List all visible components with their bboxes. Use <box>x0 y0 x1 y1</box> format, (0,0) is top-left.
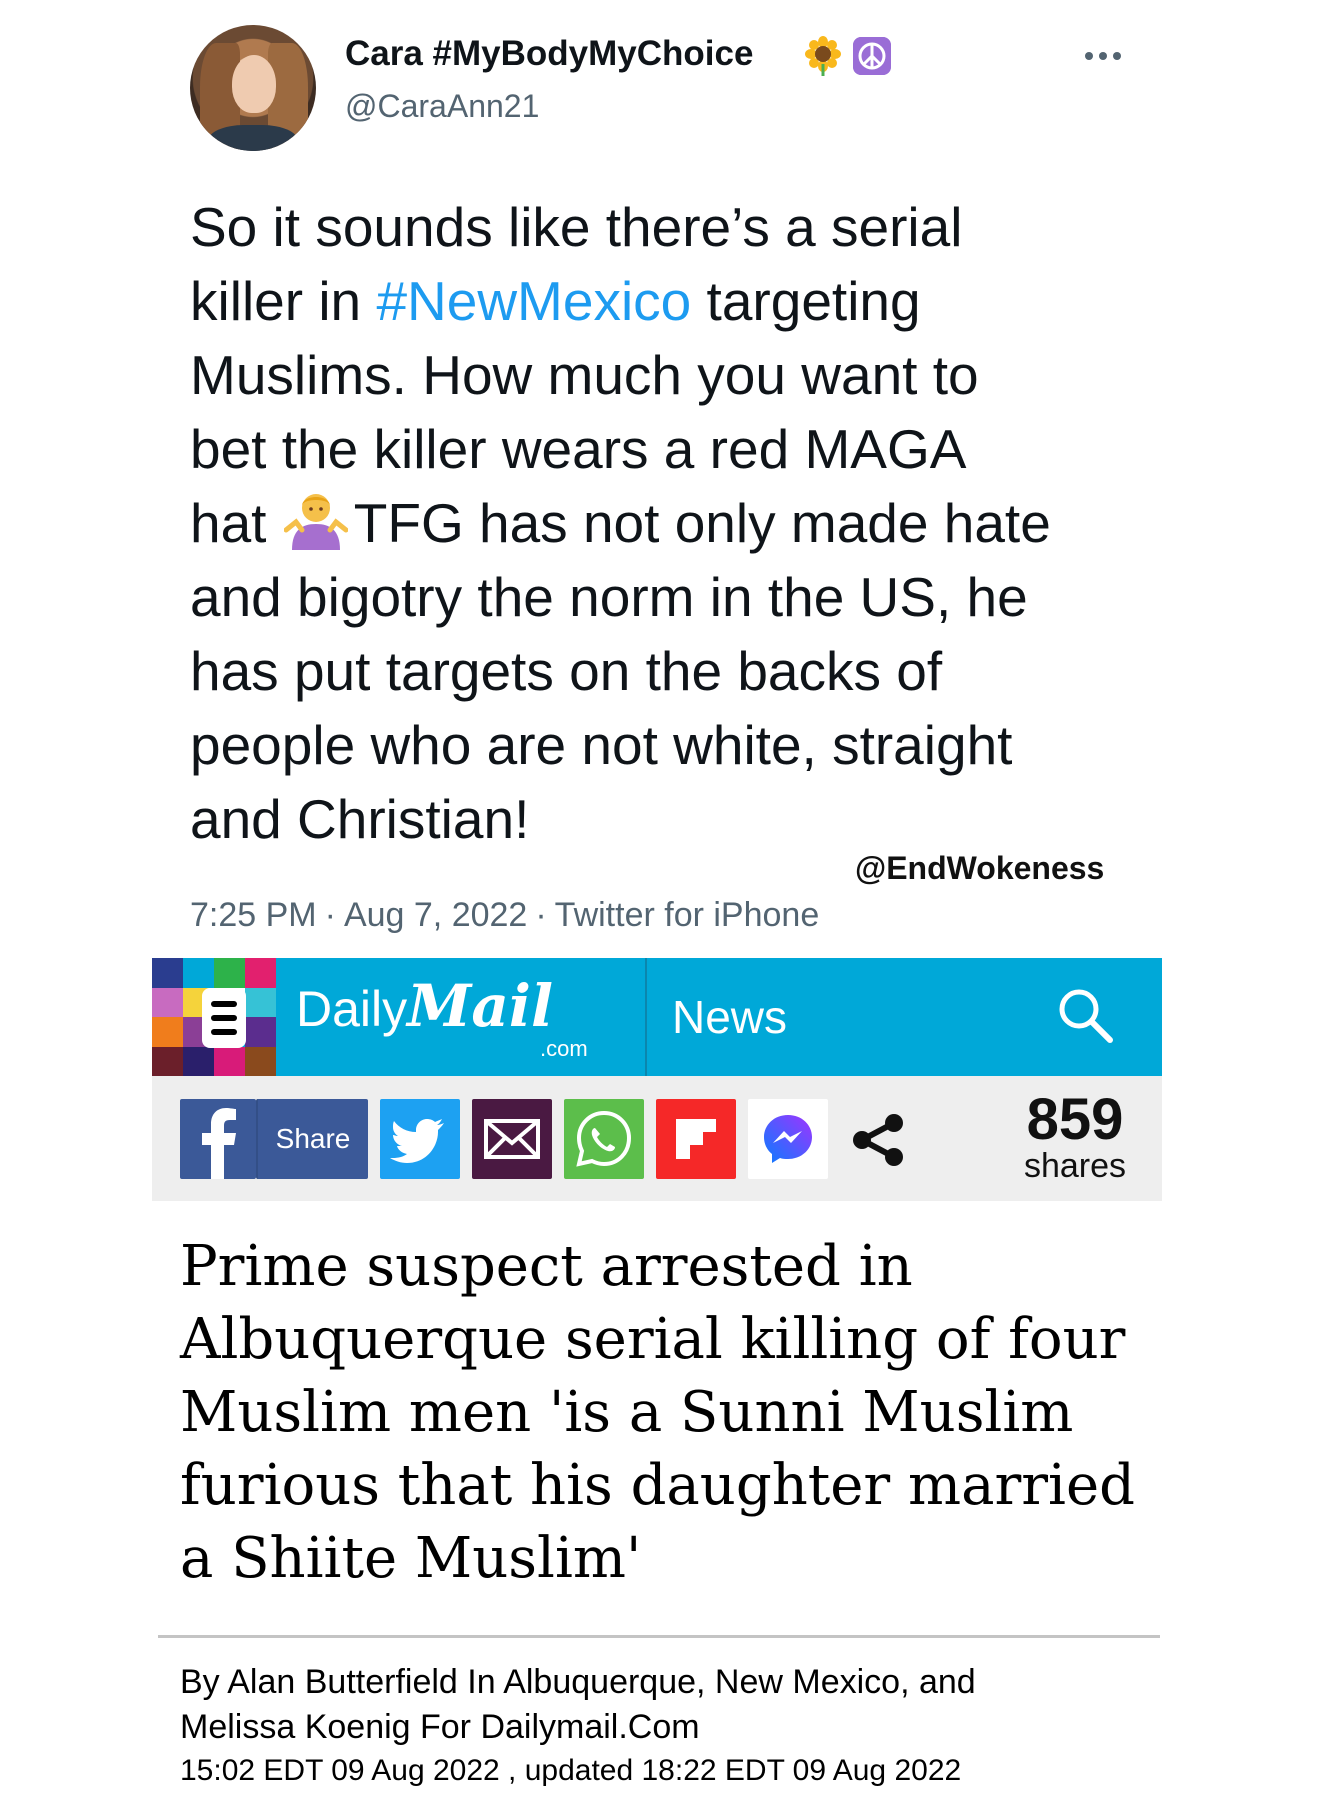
article-byline: By Alan Butterfield In Albuquerque, New … <box>180 1660 1160 1750</box>
share-count-label: shares <box>1023 1147 1127 1185</box>
share-count: 859 shares <box>1010 1087 1140 1185</box>
display-name[interactable]: Cara #MyBodyMyChoice <box>345 34 753 74</box>
mosaic-tile <box>245 987 276 1017</box>
mosaic-tile <box>245 958 276 988</box>
hashtag-link[interactable]: #NewMexico <box>376 270 691 332</box>
tweet-text-segment: has put targets on the backs of <box>190 640 943 702</box>
article-headline[interactable]: Prime suspect arrested in Albuquerque se… <box>180 1230 1160 1595</box>
mosaic-tile <box>152 958 183 988</box>
user-handle[interactable]: @CaraAnn21 <box>345 88 539 125</box>
mosaic-tile <box>245 1017 276 1047</box>
headline-line: Prime suspect arrested in <box>180 1234 913 1299</box>
dailymail-logo[interactable]: DailyMail <box>296 972 553 1040</box>
tweet-text-segment: targeting <box>691 270 921 332</box>
tweet-line: bet the killer wears a red MAGA <box>190 412 1150 486</box>
more-options-icon[interactable] <box>1083 46 1123 66</box>
flipboard-icon <box>676 1119 716 1159</box>
sunflower-emoji-icon <box>805 36 841 76</box>
tweet-text-segment: killer in <box>190 270 377 332</box>
divider <box>158 1635 1160 1638</box>
tweet-text-segment: TFG has not only made hate <box>353 492 1051 554</box>
tweet-line: has put targets on the backs of <box>190 634 1150 708</box>
menu-icon[interactable] <box>202 988 246 1048</box>
facebook-share-button[interactable]: Share <box>256 1099 368 1179</box>
tweet-time[interactable]: 7:25 PM <box>190 896 317 934</box>
mosaic-tile <box>152 1017 183 1047</box>
mosaic-tile <box>245 1046 276 1076</box>
search-icon[interactable] <box>1054 984 1116 1046</box>
mosaic-tile <box>152 1046 183 1076</box>
whatsapp-icon <box>576 1110 632 1167</box>
tweet-source[interactable]: Twitter for iPhone <box>555 896 820 934</box>
facebook-icon <box>202 1108 236 1179</box>
mosaic-tile <box>214 958 245 988</box>
email-button[interactable] <box>472 1099 552 1179</box>
person-shrugging-emoji-icon <box>283 494 348 550</box>
logo-mail: Mail <box>407 972 553 1040</box>
section-news-link[interactable]: News <box>672 990 787 1044</box>
headline-line: Albuquerque serial killing of four <box>180 1307 1126 1372</box>
tweet-text-segment: people who are not white, straight <box>190 714 1013 776</box>
tweet-text-segment: and bigotry the norm in the US, he <box>190 566 1028 628</box>
avatar-shirt <box>208 125 298 151</box>
messenger-button[interactable] <box>748 1099 828 1179</box>
tweet-text-segment: So it sounds like there’s a serial <box>190 196 963 258</box>
twitter-icon <box>390 1119 444 1163</box>
tweet-line: Muslims. How much you want to <box>190 338 1150 412</box>
peace-symbol-icon <box>853 37 891 75</box>
share-count-number: 859 <box>1026 1087 1124 1152</box>
flipboard-button[interactable] <box>656 1099 736 1179</box>
tweet-line: people who are not white, straight <box>190 708 1150 782</box>
tweet-text: So it sounds like there’s a serial kille… <box>190 190 1150 856</box>
headline-line: furious that his daughter married <box>180 1453 1135 1518</box>
menu-bar <box>211 1015 237 1021</box>
tweet-text-segment: bet the killer wears a red MAGA <box>190 418 967 480</box>
tweet-text-segment: and Christian! <box>190 788 530 850</box>
share-icon[interactable] <box>848 1109 910 1171</box>
tweet-line: and Christian! <box>190 782 1150 856</box>
byline-line: By Alan Butterfield In Albuquerque, New … <box>180 1663 976 1701</box>
tweet-text-segment: Muslims. How much you want to <box>190 344 979 406</box>
tweet-text-segment: hat <box>190 492 282 554</box>
email-icon <box>484 1119 540 1159</box>
headline-line: Muslim men 'is a Sunni Muslim <box>180 1380 1074 1445</box>
mosaic-tile <box>152 987 183 1017</box>
tweet-metadata: 7:25 PM · Aug 7, 2022 · Twitter for iPhone <box>190 896 819 935</box>
watermark: @EndWokeness <box>855 850 1105 886</box>
logo-com: .com <box>540 1036 588 1061</box>
mosaic-tile <box>183 1046 214 1076</box>
tweet-line: and bigotry the norm in the US, he <box>190 560 1150 634</box>
tweet-line: So it sounds like there’s a serial <box>190 190 1150 264</box>
article-dateline: 15:02 EDT 09 Aug 2022 , updated 18:22 ED… <box>180 1754 962 1787</box>
meta-separator: · <box>324 896 336 934</box>
whatsapp-button[interactable] <box>564 1099 644 1179</box>
dailymail-header: DailyMail .com News <box>152 958 1162 1076</box>
menu-bar <box>211 1001 237 1007</box>
tweet-line: killer in #NewMexico targeting <box>190 264 1150 338</box>
twitter-button[interactable] <box>380 1099 460 1179</box>
mosaic-tile <box>183 958 214 988</box>
tweet-line: hat TFG has not only made hate <box>190 486 1150 560</box>
menu-bar <box>211 1029 237 1035</box>
logo-daily: Daily <box>296 981 408 1037</box>
avatar-face <box>232 55 276 113</box>
messenger-icon <box>764 1115 812 1163</box>
meta-separator: · <box>535 896 547 934</box>
byline-line: Melissa Koenig For Dailymail.Com <box>180 1708 700 1746</box>
facebook-button[interactable] <box>180 1099 256 1179</box>
headline-line: a Shiite Muslim' <box>180 1526 642 1591</box>
share-bar: Share 859 shares <box>152 1076 1162 1201</box>
header-divider <box>645 958 647 1076</box>
tweet-date[interactable]: Aug 7, 2022 <box>344 896 527 934</box>
mosaic-tile <box>214 1046 245 1076</box>
avatar[interactable] <box>190 25 316 151</box>
